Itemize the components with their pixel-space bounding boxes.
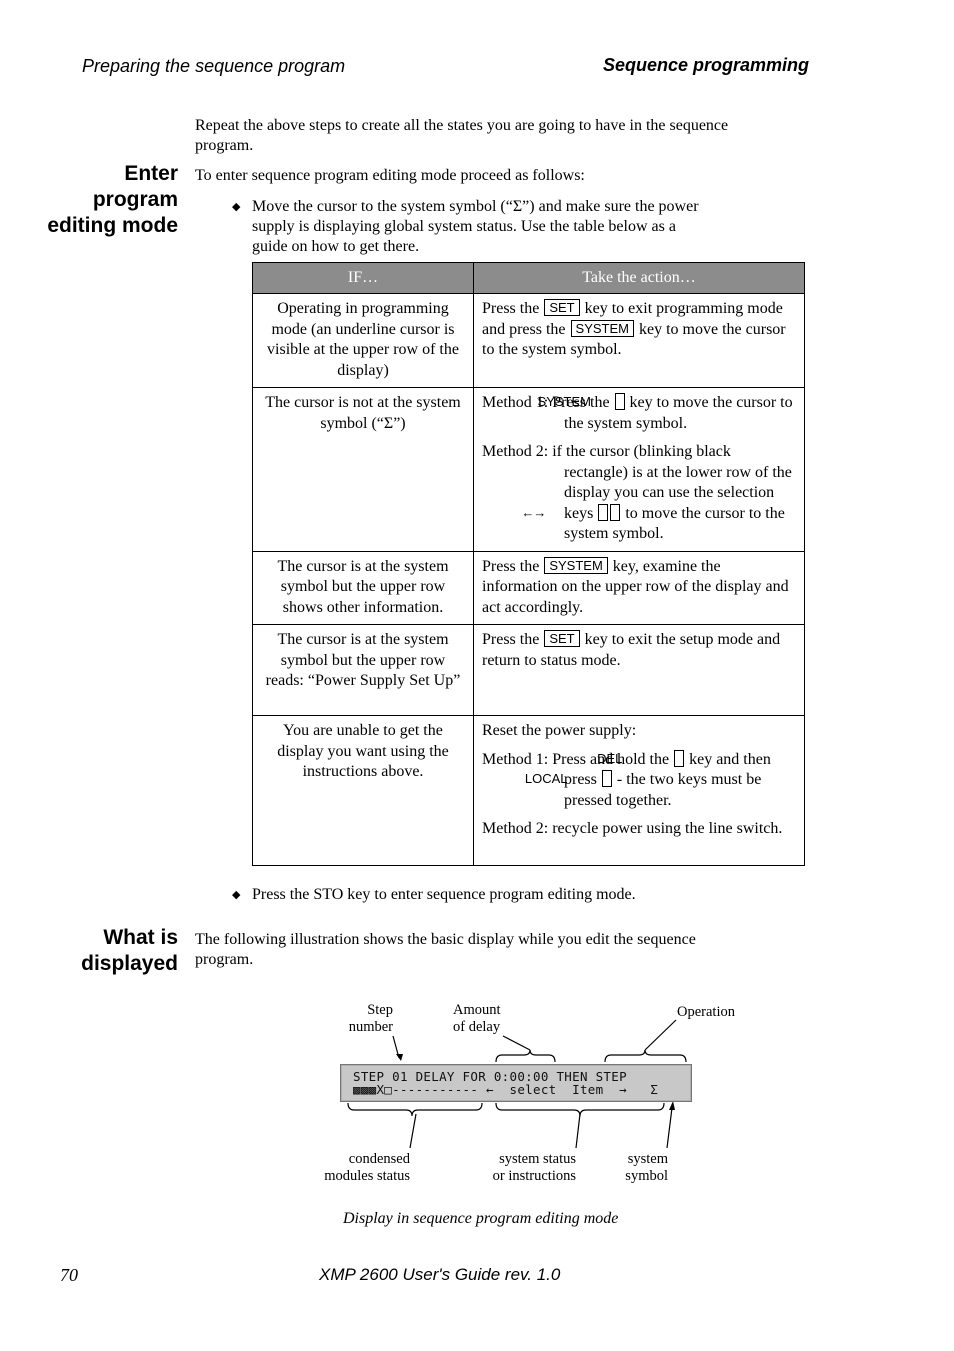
label-system-status: system status or instructions [492,1151,576,1184]
delay-brace [495,1049,556,1063]
operation-leader [644,1019,677,1051]
label-condensed-modules-status: condensed modules status [324,1151,410,1184]
operation-brace [604,1049,687,1063]
system-symbol-arrowhead [669,1101,675,1110]
page-number: 70 [60,1265,78,1285]
figure-callout-lines [347,1019,687,1149]
lcd-display: STEP 01 DELAY FOR 0:00:00 THEN STEP ▩▩▩X… [340,1064,692,1102]
modules-leader [409,1113,417,1149]
label-system-symbol: system symbol [625,1151,668,1184]
lcd-lower-row: ▩▩▩X□----------- ← select Item → Σ [353,1082,659,1097]
figure-caption: Display in sequence program editing mode [343,1210,619,1227]
footer-title: XMP 2600 User's Guide rev. 1.0 [319,1265,561,1284]
delay-leader [502,1035,531,1051]
modules-brace [347,1102,483,1117]
system-symbol-leader [666,1107,673,1149]
step-arrowhead [396,1054,403,1061]
status-leader [575,1113,581,1149]
